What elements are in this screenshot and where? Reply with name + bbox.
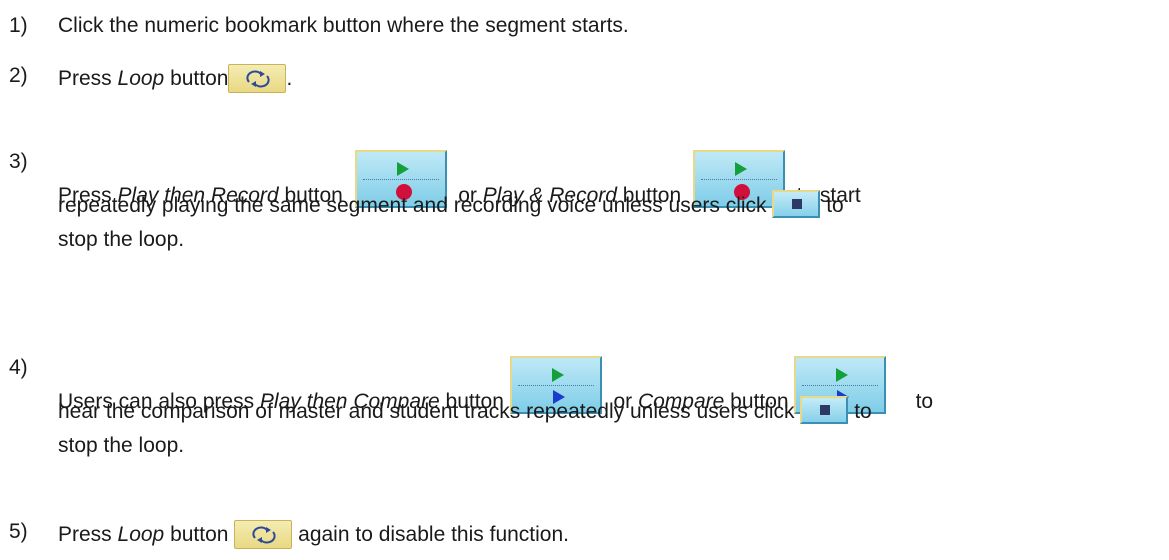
step-text: Click the numeric bookmark button where … — [58, 14, 629, 37]
step-text: Press Loop button again to disable this … — [58, 520, 569, 549]
stop-icon[interactable] — [772, 190, 821, 218]
step-number: 1) — [9, 14, 28, 37]
stop-icon[interactable] — [800, 396, 849, 424]
step-text: Press Loop button. — [58, 64, 292, 93]
step-number: 5) — [9, 520, 28, 543]
step-number: 4) — [9, 356, 28, 379]
loop-button-icon[interactable] — [234, 520, 293, 549]
loop-button-icon[interactable] — [228, 64, 287, 93]
step-number: 2) — [9, 64, 28, 87]
step-number: 3) — [9, 150, 28, 173]
